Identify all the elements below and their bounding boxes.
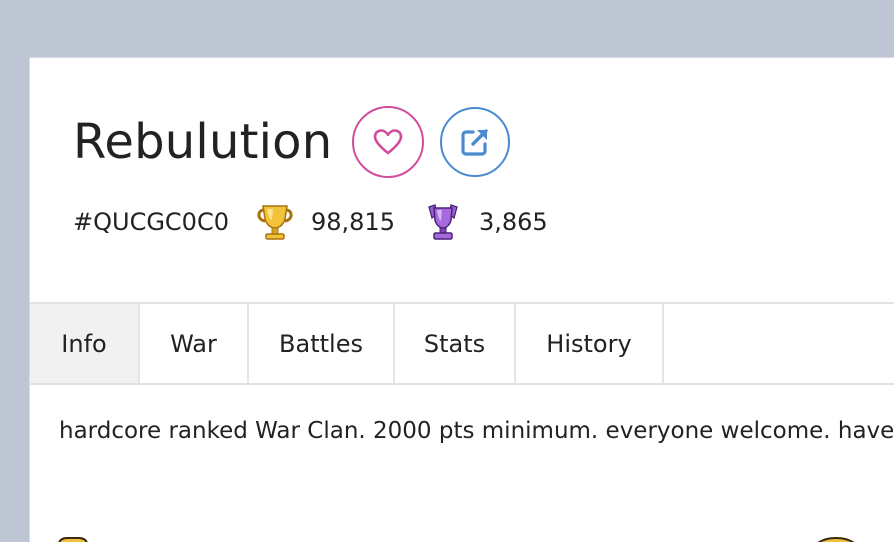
- favorite-button[interactable]: [352, 106, 425, 178]
- gold-trophy-icon: [257, 205, 293, 240]
- trophy-count: 98,815: [310, 208, 395, 236]
- tab-battles[interactable]: Battles: [249, 304, 395, 383]
- tab-war[interactable]: War: [140, 304, 249, 383]
- tab-info[interactable]: Info: [30, 304, 140, 383]
- heart-icon: [374, 129, 403, 155]
- purple-war-trophy-icon: [428, 204, 458, 240]
- external-link-button[interactable]: [440, 107, 511, 177]
- clan-description: hardcore ranked War Clan. 2000 pts minim…: [59, 418, 894, 444]
- war-trophy-count: 3,865: [478, 208, 548, 236]
- clan-meta: #QUCGC0C0 98,815 3,865: [73, 202, 576, 242]
- clan-tag: #QUCGC0C0: [73, 208, 229, 236]
- tab-history[interactable]: History: [516, 304, 664, 383]
- badge-icon: [817, 536, 855, 542]
- badge-icon: [58, 537, 88, 542]
- tab-stats[interactable]: Stats: [395, 304, 516, 383]
- external-link-icon: [461, 129, 489, 156]
- title-row: Rebulution: [73, 106, 511, 178]
- clan-name: Rebulution: [73, 114, 333, 170]
- clan-tabs: Info War Battles Stats History: [30, 302, 894, 385]
- clan-card: Rebulution #QUCGC0C0 98,815 3,865 Info W…: [29, 57, 894, 542]
